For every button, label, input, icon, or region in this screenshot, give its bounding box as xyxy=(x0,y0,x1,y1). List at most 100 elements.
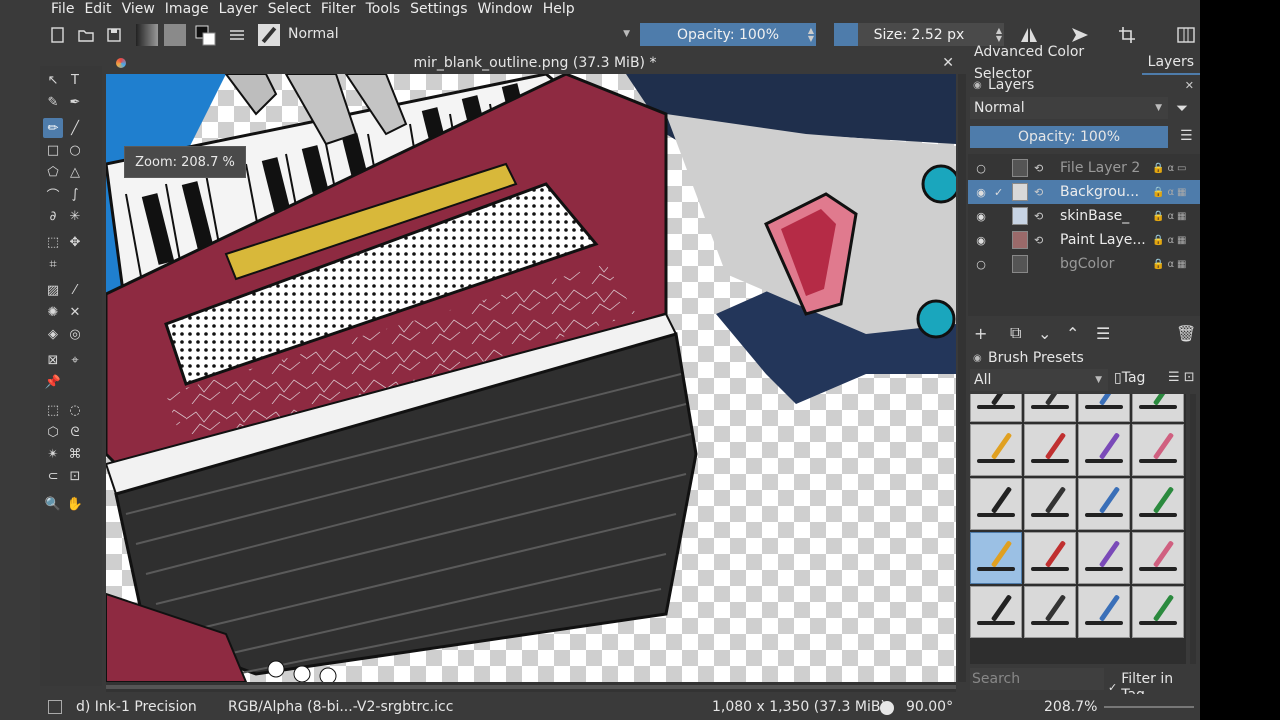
menu-select[interactable]: Select xyxy=(263,0,316,18)
brush-preset-item[interactable] xyxy=(1024,424,1076,476)
close-icon[interactable]: ✕ xyxy=(942,55,954,71)
transform-tool-icon[interactable]: ⬚ xyxy=(43,232,63,252)
horizontal-scrollbar[interactable] xyxy=(106,682,956,692)
brush-preset-item[interactable] xyxy=(970,532,1022,584)
duplicate-layer-icon[interactable]: ⧉ xyxy=(1010,323,1021,343)
menu-settings[interactable]: Settings xyxy=(405,0,472,18)
brush-preset-item[interactable] xyxy=(1078,394,1130,422)
status-zoom[interactable]: 208.7% xyxy=(1044,699,1097,715)
menu-layer[interactable]: Layer xyxy=(214,0,263,18)
brush-preset-item[interactable] xyxy=(1024,532,1076,584)
filter-icon[interactable]: ⏷ xyxy=(1176,99,1188,117)
visibility-on-icon[interactable]: ◉ xyxy=(974,234,988,247)
menu-view[interactable]: View xyxy=(117,0,160,18)
opacity-slider[interactable]: Opacity: 100% ▲ ▼ xyxy=(640,23,816,46)
pattern-icon[interactable] xyxy=(162,23,188,47)
polyline-tool-icon[interactable]: △ xyxy=(65,162,85,182)
gradient-tool-icon[interactable]: ▨ xyxy=(43,280,63,300)
brush-tag-filter-select[interactable]: All ▼ xyxy=(970,369,1108,391)
visibility-on-icon[interactable]: ◉ xyxy=(974,186,988,199)
layer-row[interactable]: ◉ ⟲ Paint Laye... 🔒α▦ xyxy=(968,228,1200,252)
tab-layers[interactable]: Layers xyxy=(1141,51,1200,75)
layer-row[interactable]: ◉ ⟲ skinBase_ 🔒α▦ xyxy=(968,204,1200,228)
edit-shapes-icon[interactable]: ✎ xyxy=(43,92,63,112)
gradient-icon[interactable] xyxy=(134,23,160,47)
reference-tool-icon[interactable]: 📌 xyxy=(43,372,63,392)
contiguous-select-icon[interactable]: ✴ xyxy=(43,444,63,464)
brush-preset-item[interactable] xyxy=(970,424,1022,476)
freehand-select-icon[interactable]: ᘓ xyxy=(65,422,85,442)
delete-layer-icon[interactable]: 🗑 xyxy=(1176,324,1196,343)
brush-preset-item[interactable] xyxy=(1132,586,1184,638)
layer-opacity-slider[interactable]: Opacity: 100% xyxy=(970,126,1168,148)
scrollbar-thumb[interactable] xyxy=(106,685,956,689)
document-tab[interactable]: mir_blank_outline.png (37.3 MiB) * ✕ xyxy=(106,52,964,74)
color-swap-icon[interactable] xyxy=(192,23,218,47)
rectangle-tool-icon[interactable]: □ xyxy=(43,140,63,160)
smart-patch-icon[interactable]: ✺ xyxy=(43,302,63,322)
blend-mode-select[interactable]: Normal ▼ xyxy=(284,23,636,45)
brush-preset-item[interactable] xyxy=(1132,478,1184,530)
hamburger-menu-icon[interactable]: ☰ ⊡ xyxy=(1168,370,1195,385)
brush-preset-item[interactable] xyxy=(1024,478,1076,530)
assistant-tool-icon[interactable]: ⊠ xyxy=(43,350,63,370)
fill-tool-icon[interactable]: ◈ xyxy=(43,324,63,344)
layer-row[interactable]: ◉ ✓ ⟲ Backgrou... 🔒α▦ xyxy=(968,180,1200,204)
magnetic-select-icon[interactable]: ⊡ xyxy=(65,466,85,486)
layer-row[interactable]: ○ bgColor 🔒α▦ xyxy=(968,252,1200,276)
brush-preset-item[interactable] xyxy=(1078,478,1130,530)
check-icon[interactable]: ✓ xyxy=(994,186,1006,199)
line-tool-icon[interactable]: ╱ xyxy=(65,118,85,138)
menu-image[interactable]: Image xyxy=(160,0,214,18)
brush-preset-item[interactable] xyxy=(1132,424,1184,476)
visibility-off-icon[interactable]: ○ xyxy=(974,258,988,271)
brush-preset-item[interactable] xyxy=(1078,532,1130,584)
brush-preset-item[interactable] xyxy=(970,478,1022,530)
zoom-slider[interactable] xyxy=(1104,706,1194,708)
color-picker-icon[interactable]: ⁄ xyxy=(65,280,85,300)
move-tool-icon[interactable]: ✥ xyxy=(65,232,85,252)
brush-preset-item[interactable] xyxy=(970,586,1022,638)
brush-preset-item[interactable] xyxy=(970,394,1022,422)
tag-button[interactable]: ▯Tag xyxy=(1114,370,1145,386)
multibrush-icon[interactable]: ✳ xyxy=(65,206,85,226)
status-brush-name[interactable]: d) Ink-1 Precision xyxy=(76,699,197,715)
brush-preset-item[interactable] xyxy=(1024,394,1076,422)
brush-preset-item[interactable] xyxy=(1078,586,1130,638)
vertical-scrollbar[interactable] xyxy=(958,74,966,682)
zoom-tool-icon[interactable]: 🔍 xyxy=(43,494,63,514)
ellipse-select-icon[interactable]: ◌ xyxy=(65,400,85,420)
rect-select-icon[interactable]: ⬚ xyxy=(43,400,63,420)
close-icon[interactable]: ✕ xyxy=(1185,79,1194,92)
brush-preset-scrollbar[interactable] xyxy=(1190,394,1196,664)
layer-lock-icons[interactable]: 🔒α▦ xyxy=(1152,187,1190,198)
spin-arrows-icon[interactable]: ▲ ▼ xyxy=(808,26,814,43)
add-layer-icon[interactable]: + xyxy=(974,324,987,343)
brush-preset-item[interactable] xyxy=(1024,586,1076,638)
hamburger-menu-icon[interactable]: ☰ xyxy=(1180,128,1193,144)
float-icon[interactable]: ◉ xyxy=(973,353,982,364)
brush-preset-item[interactable] xyxy=(1132,394,1184,422)
rotation-icon[interactable] xyxy=(880,701,894,715)
menu-edit[interactable]: Edit xyxy=(79,0,116,18)
layer-lock-icons[interactable]: 🔒α▦ xyxy=(1152,235,1190,246)
layer-lock-icons[interactable]: 🔒α▦ xyxy=(1152,259,1190,270)
move-down-icon[interactable]: ⌄ xyxy=(1038,324,1051,343)
layer-lock-icons[interactable]: 🔒α▭ xyxy=(1152,163,1190,174)
status-rotation[interactable]: 90.00° xyxy=(906,699,953,715)
layer-blend-mode-select[interactable]: Normal ▼ xyxy=(970,97,1168,119)
ellipse-tool-icon[interactable]: ○ xyxy=(65,140,85,160)
layer-properties-icon[interactable]: ☰ xyxy=(1096,324,1110,343)
similar-select-icon[interactable]: ⌘ xyxy=(65,444,85,464)
layer-lock-icons[interactable]: 🔒α▦ xyxy=(1152,211,1190,222)
new-document-icon[interactable] xyxy=(48,23,68,47)
dynamic-brush-icon[interactable]: ∂ xyxy=(43,206,63,226)
brush-preset-item[interactable] xyxy=(1132,532,1184,584)
move-up-icon[interactable]: ⌃ xyxy=(1066,324,1079,343)
brush-preset-item[interactable] xyxy=(1078,424,1130,476)
freehand-path-icon[interactable]: ∫ xyxy=(65,184,85,204)
menu-help[interactable]: Help xyxy=(538,0,580,18)
bezier-tool-icon[interactable]: ⌒ xyxy=(43,184,63,204)
freehand-brush-icon[interactable]: ✏ xyxy=(43,118,63,138)
polygon-tool-icon[interactable]: ⬠ xyxy=(43,162,63,182)
